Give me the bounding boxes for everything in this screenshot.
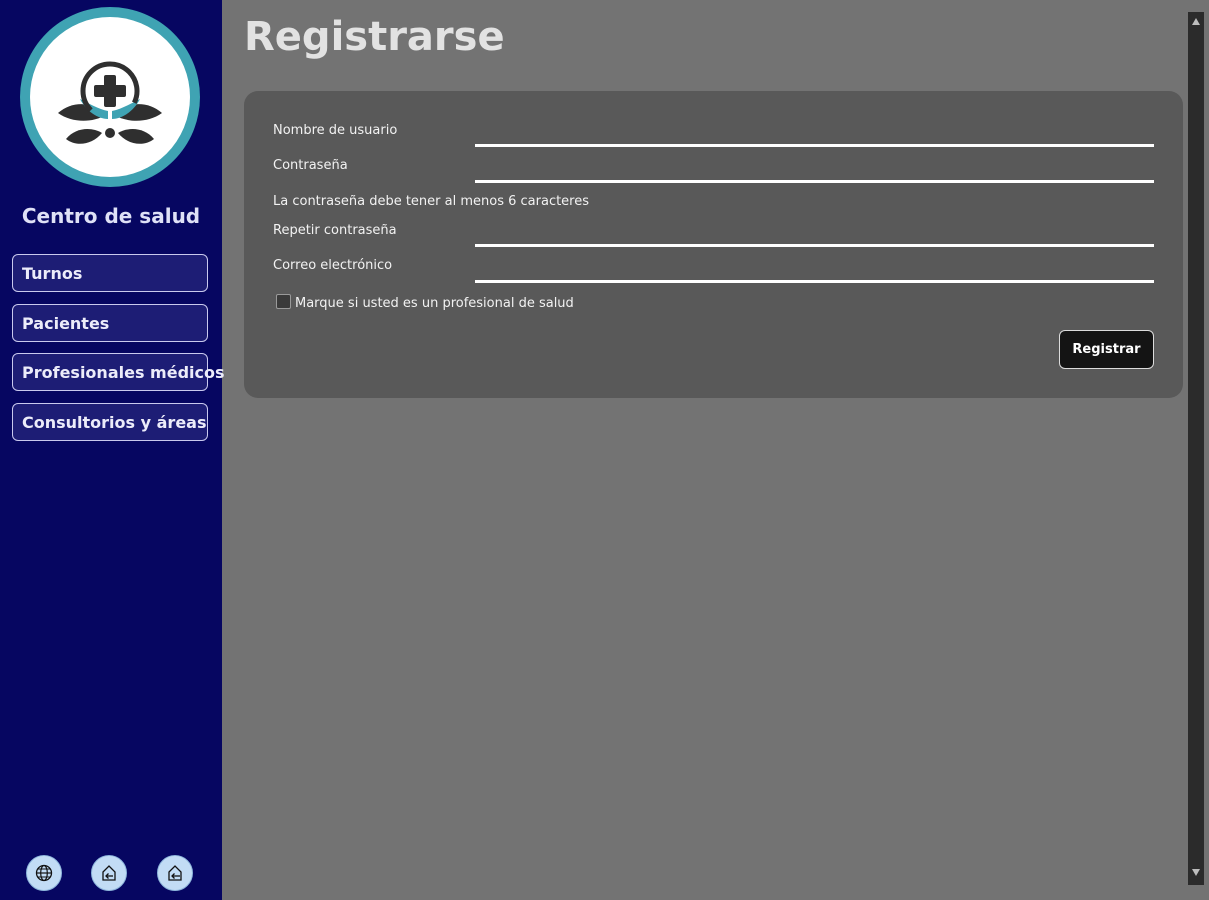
username-label: Nombre de usuario bbox=[273, 123, 398, 138]
home-logout-icon bbox=[168, 865, 182, 881]
register-form: Nombre de usuario Contraseña La contrase… bbox=[244, 91, 1183, 398]
username-field[interactable] bbox=[475, 144, 1154, 147]
globe-icon bbox=[35, 864, 53, 882]
sidebar: Centro de salud Turnos Pacientes Profesi… bbox=[0, 0, 225, 900]
nav-item-pacientes[interactable]: Pacientes bbox=[12, 304, 208, 342]
language-button[interactable] bbox=[26, 855, 62, 891]
repeat-password-label: Repetir contraseña bbox=[273, 223, 397, 238]
medical-cross-hands-leaves-logo-icon bbox=[30, 17, 190, 177]
logo bbox=[20, 7, 200, 187]
nav-item-label: Turnos bbox=[22, 264, 83, 283]
nav-item-turnos[interactable]: Turnos bbox=[12, 254, 208, 292]
repeat-password-field[interactable] bbox=[475, 244, 1154, 247]
password-hint: La contraseña debe tener al menos 6 cara… bbox=[273, 194, 590, 209]
nav-item-profesionales-medicos[interactable]: Profesionales médicos bbox=[12, 353, 225, 391]
register-button[interactable]: Registrar bbox=[1059, 330, 1154, 369]
scroll-up-arrow-icon[interactable] bbox=[1192, 18, 1200, 25]
page-title: Registrarse bbox=[244, 14, 505, 60]
login-button[interactable] bbox=[91, 855, 127, 891]
scroll-down-arrow-icon[interactable] bbox=[1192, 869, 1200, 876]
nav-item-consultorios-areas[interactable]: Consultorios y áreas bbox=[12, 403, 208, 441]
password-field[interactable] bbox=[475, 180, 1154, 183]
home-login-icon bbox=[102, 865, 116, 881]
email-label: Correo electrónico bbox=[273, 258, 393, 273]
brand-name: Centro de salud bbox=[21, 204, 201, 228]
main-content: Registrarse Nombre de usuario Contraseña… bbox=[222, 0, 1188, 900]
nav-item-label: Consultorios y áreas bbox=[22, 413, 207, 432]
nav-item-label: Profesionales médicos bbox=[22, 363, 225, 382]
professional-checkbox[interactable] bbox=[276, 294, 291, 309]
email-field[interactable] bbox=[475, 280, 1154, 283]
password-label: Contraseña bbox=[273, 158, 348, 173]
professional-checkbox-label[interactable]: Marque si usted es un profesional de sal… bbox=[295, 296, 574, 311]
scrollbar[interactable] bbox=[1188, 12, 1204, 885]
logout-button[interactable] bbox=[157, 855, 193, 891]
nav-item-label: Pacientes bbox=[22, 314, 110, 333]
